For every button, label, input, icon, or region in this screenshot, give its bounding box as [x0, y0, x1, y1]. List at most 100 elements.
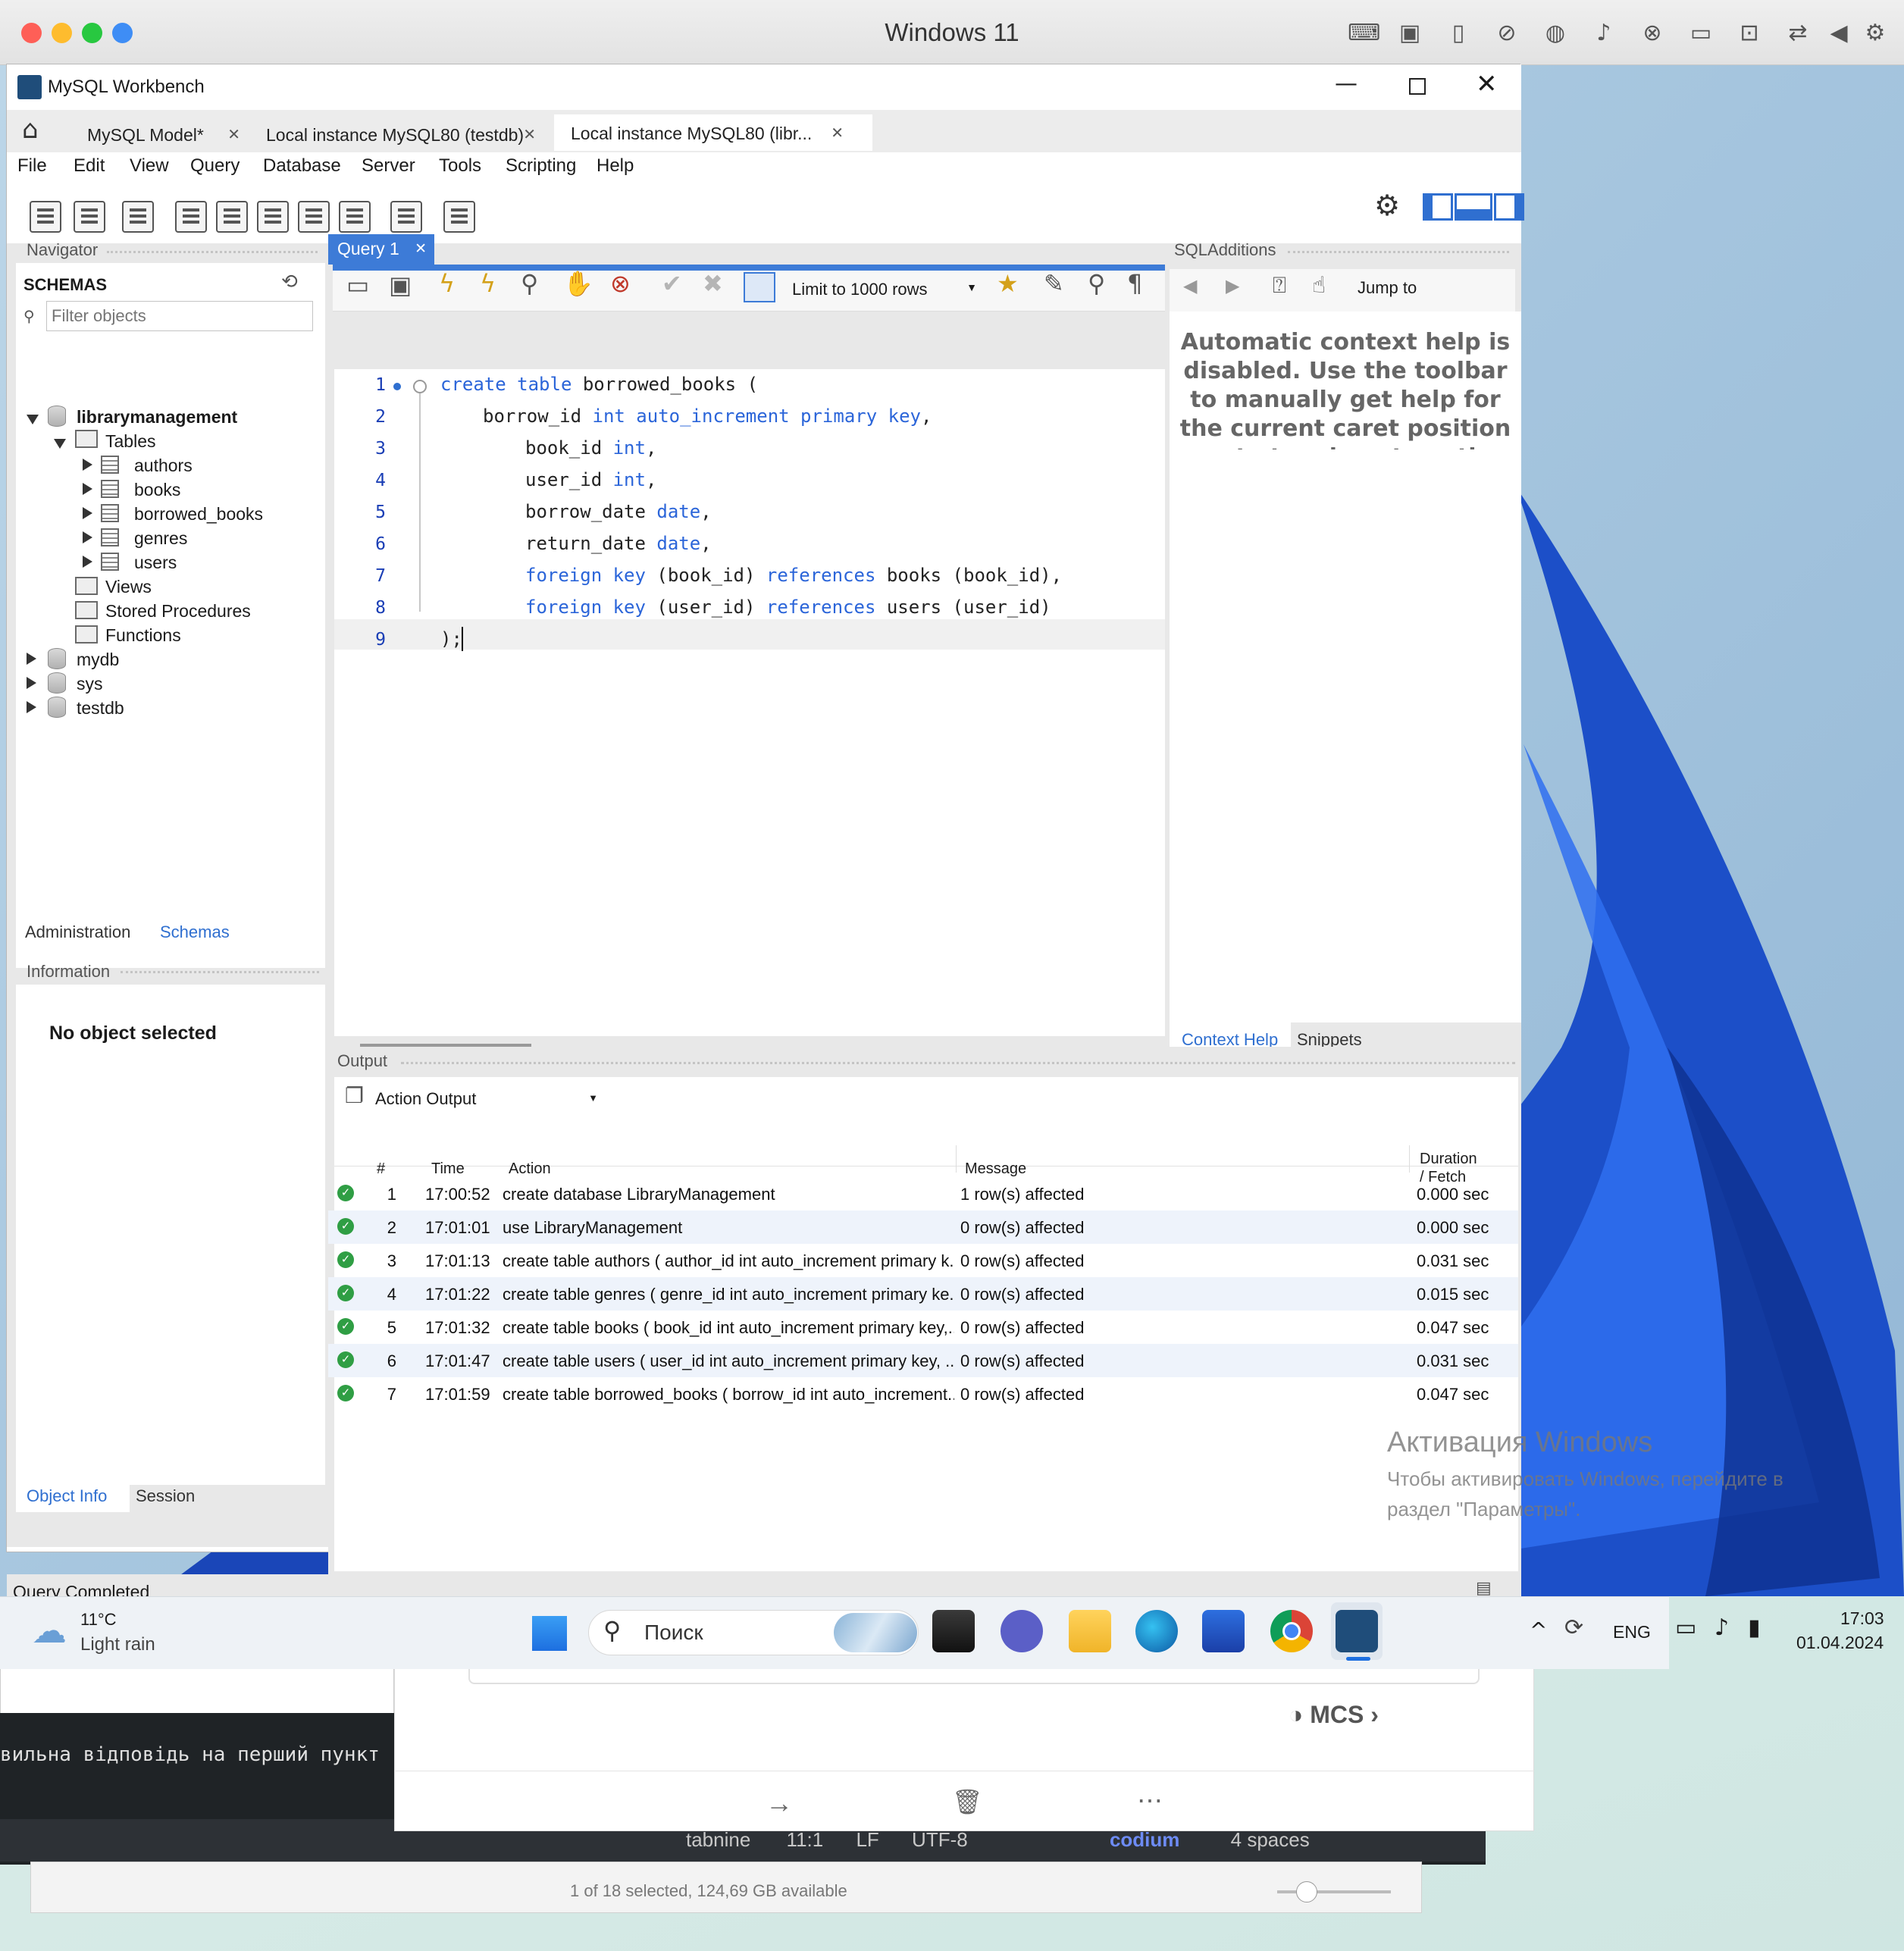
- tables-node[interactable]: Tables: [105, 431, 155, 452]
- clock-time[interactable]: 17:03: [1840, 1608, 1884, 1629]
- functions-node[interactable]: Functions: [105, 625, 181, 646]
- commit-icon[interactable]: ✔: [662, 269, 682, 298]
- refresh-icon[interactable]: ⟲: [281, 271, 298, 293]
- open-sql-script-icon[interactable]: [74, 201, 105, 233]
- teams-icon[interactable]: [1001, 1610, 1043, 1652]
- network-icon[interactable]: ▭: [1675, 1614, 1696, 1641]
- limit-rows-select[interactable]: Limit to 1000 rows ▼: [792, 274, 982, 304]
- forward-icon[interactable]: ▶: [1226, 275, 1239, 296]
- collapse-arrow-icon[interactable]: [54, 439, 66, 449]
- output-row[interactable]: ✓ 2 17:01:01 use LibraryManagement 0 row(s) …: [328, 1210, 1518, 1244]
- views-node[interactable]: Views: [105, 577, 152, 597]
- invisible-chars-icon[interactable]: ¶: [1127, 269, 1142, 298]
- status-panel-icon[interactable]: ▤: [1476, 1579, 1492, 1598]
- schema-librarymanagement[interactable]: librarymanagement: [77, 407, 237, 427]
- create-schema-icon[interactable]: [175, 201, 207, 233]
- back-arrow-icon[interactable]: ◀: [1825, 20, 1852, 47]
- menu-tools[interactable]: Tools: [439, 155, 481, 177]
- collapse-arrow-icon[interactable]: [27, 415, 39, 424]
- codium-label[interactable]: codium: [1110, 1828, 1179, 1851]
- jump-to-select[interactable]: Jump to: [1358, 278, 1509, 298]
- create-view-icon[interactable]: [257, 201, 289, 233]
- add-snippet-icon[interactable]: ★: [997, 269, 1019, 298]
- volume-icon[interactable]: ♪: [1715, 1614, 1729, 1641]
- fold-icon[interactable]: [413, 380, 427, 393]
- menu-scripting[interactable]: Scripting: [506, 155, 576, 177]
- new-sql-tab-icon[interactable]: [30, 201, 61, 233]
- tab-local-instance-libr[interactable]: Local instance MySQL80 (libr... ✕: [554, 114, 872, 151]
- start-button[interactable]: [531, 1614, 567, 1651]
- output-row[interactable]: ✓ 1 17:00:52 create database LibraryManagem…: [328, 1177, 1518, 1210]
- minimize-icon[interactable]: —: [1335, 70, 1358, 97]
- trash-icon[interactable]: 🗑: [952, 1787, 983, 1816]
- output-row[interactable]: ✓ 6 17:01:47 create table users ( user_id i…: [328, 1344, 1518, 1377]
- back-icon[interactable]: ◀: [1183, 275, 1197, 296]
- expand-arrow-icon[interactable]: [27, 677, 36, 689]
- expand-arrow-icon[interactable]: [83, 459, 92, 471]
- schema-testdb[interactable]: testdb: [77, 698, 124, 719]
- more-icon[interactable]: ⋯: [1137, 1786, 1163, 1816]
- tray-chevron-up-icon[interactable]: ^: [1530, 1617, 1547, 1643]
- microphone-off-icon[interactable]: ⊗: [1639, 20, 1666, 47]
- table-books[interactable]: books: [134, 480, 180, 500]
- spaces-label[interactable]: 4 spaces: [1231, 1828, 1310, 1851]
- open-file-icon[interactable]: ▭: [346, 271, 369, 299]
- rollback-icon[interactable]: ✖: [703, 269, 723, 298]
- create-table-icon[interactable]: [216, 201, 248, 233]
- tab-close-icon[interactable]: ✕: [523, 125, 536, 143]
- toggle-error-icon[interactable]: ⊗: [610, 269, 631, 298]
- output-row[interactable]: ✓ 4 17:01:22 create table genres ( genre_id…: [328, 1277, 1518, 1311]
- schema-sys[interactable]: sys: [77, 674, 103, 694]
- maximize-icon[interactable]: [1409, 78, 1426, 95]
- eol-label[interactable]: LF: [856, 1828, 878, 1851]
- share-icon[interactable]: ⇄: [1784, 20, 1812, 47]
- beautify-icon[interactable]: ✎: [1044, 269, 1064, 298]
- menu-server[interactable]: Server: [362, 155, 415, 177]
- tab-query-1[interactable]: Query 1 ✕: [328, 234, 434, 265]
- autocommit-icon[interactable]: [744, 272, 775, 302]
- sync-icon[interactable]: ⟳: [1564, 1614, 1583, 1641]
- schema-mydb[interactable]: mydb: [77, 650, 119, 670]
- weather-cloud-icon[interactable]: ☁: [32, 1610, 67, 1651]
- battery-icon[interactable]: ▮: [1748, 1614, 1761, 1641]
- drive-icon[interactable]: ▭: [1687, 20, 1715, 47]
- menu-edit[interactable]: Edit: [74, 155, 105, 177]
- find-icon[interactable]: ⚲: [1088, 269, 1105, 298]
- usb-icon[interactable]: ▯: [1445, 20, 1472, 47]
- output-row[interactable]: ✓ 7 17:01:59 create table borrowed_books ( …: [328, 1377, 1518, 1411]
- weather-desc[interactable]: Light rain: [80, 1634, 155, 1655]
- encoding-label[interactable]: UTF-8: [912, 1828, 968, 1851]
- preferences-icon[interactable]: ⚙: [1374, 189, 1400, 222]
- table-genres[interactable]: genres: [134, 528, 187, 549]
- save-icon[interactable]: ▣: [389, 271, 412, 299]
- mcs-badge[interactable]: ◑ MCS ›: [1289, 1701, 1379, 1729]
- speaker-icon[interactable]: ♪: [1590, 20, 1617, 47]
- stored-procedures-node[interactable]: Stored Procedures: [105, 601, 251, 622]
- create-procedure-icon[interactable]: [298, 201, 330, 233]
- cursor-position[interactable]: 11:1: [787, 1828, 824, 1851]
- col-action[interactable]: Action: [509, 1160, 551, 1178]
- weather-temp[interactable]: 11°C: [80, 1610, 117, 1630]
- explain-icon[interactable]: ⚲: [521, 269, 538, 298]
- toggle-sidebar-icon[interactable]: [1423, 193, 1453, 221]
- table-users[interactable]: users: [134, 553, 177, 573]
- file-explorer-icon[interactable]: [1069, 1610, 1111, 1652]
- finder-zoom-knob[interactable]: [1296, 1881, 1317, 1902]
- toggle-output-icon[interactable]: [1455, 193, 1492, 221]
- cpu-icon[interactable]: ▣: [1396, 20, 1423, 47]
- expand-arrow-icon[interactable]: [83, 507, 92, 519]
- create-function-icon[interactable]: [339, 201, 371, 233]
- col-message[interactable]: Message: [965, 1160, 1026, 1178]
- globe-icon[interactable]: ◍: [1542, 20, 1569, 47]
- col-time[interactable]: Time: [431, 1160, 465, 1178]
- camera-off-icon[interactable]: ⊘: [1493, 20, 1520, 47]
- copy-icon[interactable]: ❐: [345, 1083, 364, 1108]
- tab-mysql-model[interactable]: MySQL Model* ✕: [67, 116, 246, 152]
- manual-help-icon[interactable]: ⍰: [1273, 272, 1286, 299]
- toggle-secondary-sidebar-icon[interactable]: [1494, 193, 1524, 221]
- task-view-icon[interactable]: [932, 1610, 975, 1652]
- tab-close-icon[interactable]: ✕: [831, 124, 844, 142]
- home-icon[interactable]: ⌂: [22, 114, 39, 145]
- menu-database[interactable]: Database: [263, 155, 341, 177]
- tab-administration[interactable]: Administration: [25, 922, 130, 942]
